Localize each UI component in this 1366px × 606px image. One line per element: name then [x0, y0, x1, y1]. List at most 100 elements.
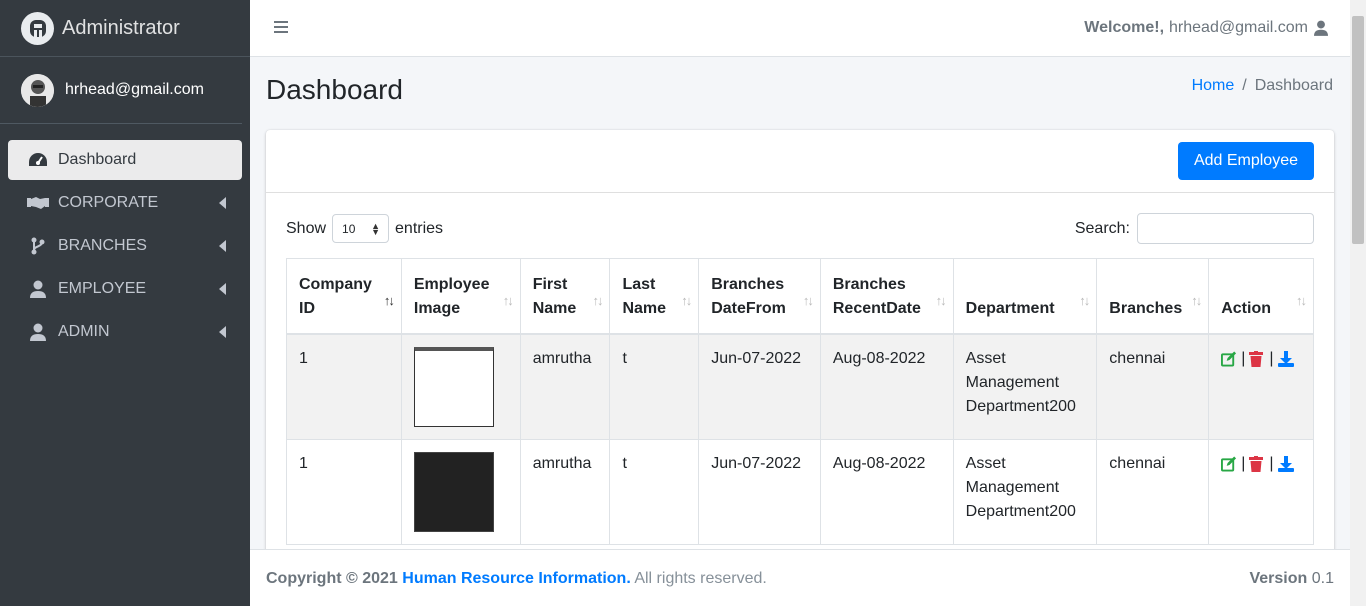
card-header: Add Employee	[266, 130, 1334, 193]
chevron-left-icon	[219, 197, 226, 209]
edit-icon[interactable]	[1221, 455, 1237, 472]
sort-icon: ↑↓	[1296, 292, 1307, 308]
action-separator: |	[1241, 349, 1246, 367]
cell-actions: | |	[1208, 333, 1314, 440]
sidebar-item-corporate[interactable]: CORPORATE	[8, 183, 242, 223]
cell-branch: chennai	[1096, 333, 1210, 440]
action-separator: |	[1241, 454, 1246, 472]
footer-version: Version 0.1	[1249, 570, 1334, 588]
entries-length-control: Show 10 ▲ ▼ entries	[286, 214, 443, 243]
col-branches-recentdate[interactable]: Branches RecentDate ↑↓	[819, 258, 954, 335]
col-employee-image[interactable]: Employee Image ↑↓	[400, 258, 521, 335]
sidebar-item-employee[interactable]: EMPLOYEE	[8, 269, 242, 309]
brand-logo-icon	[21, 11, 54, 45]
col-branches[interactable]: Branches ↑↓	[1096, 258, 1210, 335]
user-icon	[26, 279, 50, 299]
page-title: Dashboard	[266, 74, 403, 105]
copyright-text: Copyright © 2021	[266, 570, 398, 587]
sort-asc-icon: ↑↓	[383, 292, 395, 308]
search-label: Search:	[1074, 219, 1130, 237]
breadcrumb: Home / Dashboard	[1192, 77, 1333, 95]
cell-department: Asset Management Department200	[952, 438, 1098, 545]
sidebar-item-label: ADMIN	[58, 323, 110, 340]
cell-employee-image	[400, 438, 521, 545]
col-department[interactable]: Department ↑↓	[952, 258, 1098, 335]
avatar[interactable]	[21, 73, 54, 107]
rights-text: All rights reserved.	[634, 570, 767, 587]
sidebar-item-admin[interactable]: ADMIN	[8, 312, 242, 352]
breadcrumb-current: Dashboard	[1254, 77, 1333, 94]
sidebar-item-label: BRANCHES	[58, 237, 147, 254]
version-label: Version	[1249, 570, 1308, 587]
cell-last-name: t	[609, 438, 700, 545]
sort-icon: ↑↓	[1079, 292, 1090, 308]
search-input[interactable]	[1137, 213, 1314, 244]
sidebar-item-branches[interactable]: BRANCHES	[8, 226, 242, 266]
trash-icon[interactable]	[1249, 350, 1265, 367]
show-label: Show	[286, 219, 327, 237]
entries-label: entries	[395, 219, 444, 237]
download-icon[interactable]	[1277, 455, 1294, 472]
tachometer-icon	[26, 150, 50, 170]
sidebar-nav: Dashboard CORPORATE BRANCHES EMPLOYEE AD…	[0, 124, 250, 352]
sidebar-item-label: Dashboard	[58, 151, 137, 168]
table-row: 1 amrutha t Jun-07-2022 Aug-08-2022 Asse…	[286, 438, 1314, 545]
table-header-row: Company ID ↑↓ Employee Image ↑↓ First Name…	[286, 258, 1314, 335]
handshake-icon	[26, 193, 50, 213]
cell-first-name: amrutha	[519, 438, 611, 545]
top-navbar: Welcome!, hrhead@gmail.com	[250, 0, 1350, 57]
brand-title: Administrator	[62, 16, 180, 39]
sidebar-item-label: CORPORATE	[58, 194, 159, 211]
col-last-name[interactable]: Last Name ↑↓	[609, 258, 700, 335]
org-link[interactable]: Human Resource Information.	[402, 570, 630, 587]
user-icon	[1314, 20, 1328, 36]
action-separator: |	[1269, 349, 1274, 367]
sort-icon: ↑↓	[502, 292, 514, 308]
table-row: 1 amrutha t Jun-07-2022 Aug-08-2022 Asse…	[286, 333, 1314, 440]
user-email-link[interactable]: hrhead@gmail.com	[65, 81, 204, 99]
chevron-left-icon	[219, 326, 226, 338]
cell-first-name: amrutha	[519, 333, 611, 440]
cell-date-from: Jun-07-2022	[698, 438, 821, 545]
footer: Copyright © 2021 Human Resource Informat…	[250, 549, 1350, 606]
col-branches-datefrom[interactable]: Branches DateFrom ↑↓	[698, 258, 821, 335]
chevron-updown-icon: ▲ ▼	[371, 221, 381, 237]
welcome-label: Welcome!,	[1084, 19, 1165, 36]
user-panel: hrhead@gmail.com	[0, 57, 242, 124]
cell-branch: chennai	[1096, 438, 1210, 545]
sort-icon: ↑↓	[802, 292, 814, 308]
cell-actions: | |	[1208, 438, 1314, 545]
col-action[interactable]: Action ↑↓	[1208, 258, 1314, 335]
datatable-controls: Show 10 ▲ ▼ entries Search:	[286, 212, 1314, 244]
cell-date-from: Jun-07-2022	[698, 333, 821, 440]
col-company-id[interactable]: Company ID ↑↓	[286, 258, 402, 335]
cell-company-id: 1	[286, 438, 402, 545]
sidebar: Administrator hrhead@gmail.com Dashboard…	[0, 0, 250, 606]
col-first-name[interactable]: First Name ↑↓	[519, 258, 611, 335]
entries-select[interactable]: 10 ▲ ▼	[332, 214, 390, 243]
cell-employee-image	[400, 333, 521, 440]
sort-icon: ↑↓	[935, 292, 947, 308]
breadcrumb-home-link[interactable]: Home	[1192, 77, 1235, 94]
action-separator: |	[1269, 454, 1274, 472]
cell-recent-date: Aug-08-2022	[819, 333, 954, 440]
chevron-left-icon	[219, 283, 226, 295]
sort-icon: ↑↓	[1191, 292, 1202, 308]
brand-link[interactable]: Administrator	[0, 0, 250, 57]
sidebar-item-dashboard[interactable]: Dashboard	[8, 140, 242, 180]
trash-icon[interactable]	[1249, 455, 1265, 472]
search-control: Search:	[1075, 213, 1314, 244]
cell-recent-date: Aug-08-2022	[819, 438, 954, 545]
page-scrollbar[interactable]	[1350, 0, 1366, 606]
entries-select-value: 10	[342, 221, 356, 236]
edit-icon[interactable]	[1221, 350, 1237, 367]
chevron-left-icon	[219, 240, 226, 252]
employee-image[interactable]	[413, 346, 494, 427]
scrollbar-thumb[interactable]	[1352, 16, 1364, 244]
employee-image[interactable]	[413, 451, 494, 532]
download-icon[interactable]	[1277, 350, 1294, 367]
add-employee-button[interactable]: Add Employee	[1177, 142, 1314, 180]
hamburger-menu-icon[interactable]	[274, 21, 288, 35]
code-branch-icon	[26, 236, 50, 256]
welcome-user[interactable]: Welcome!, hrhead@gmail.com	[1084, 19, 1328, 37]
